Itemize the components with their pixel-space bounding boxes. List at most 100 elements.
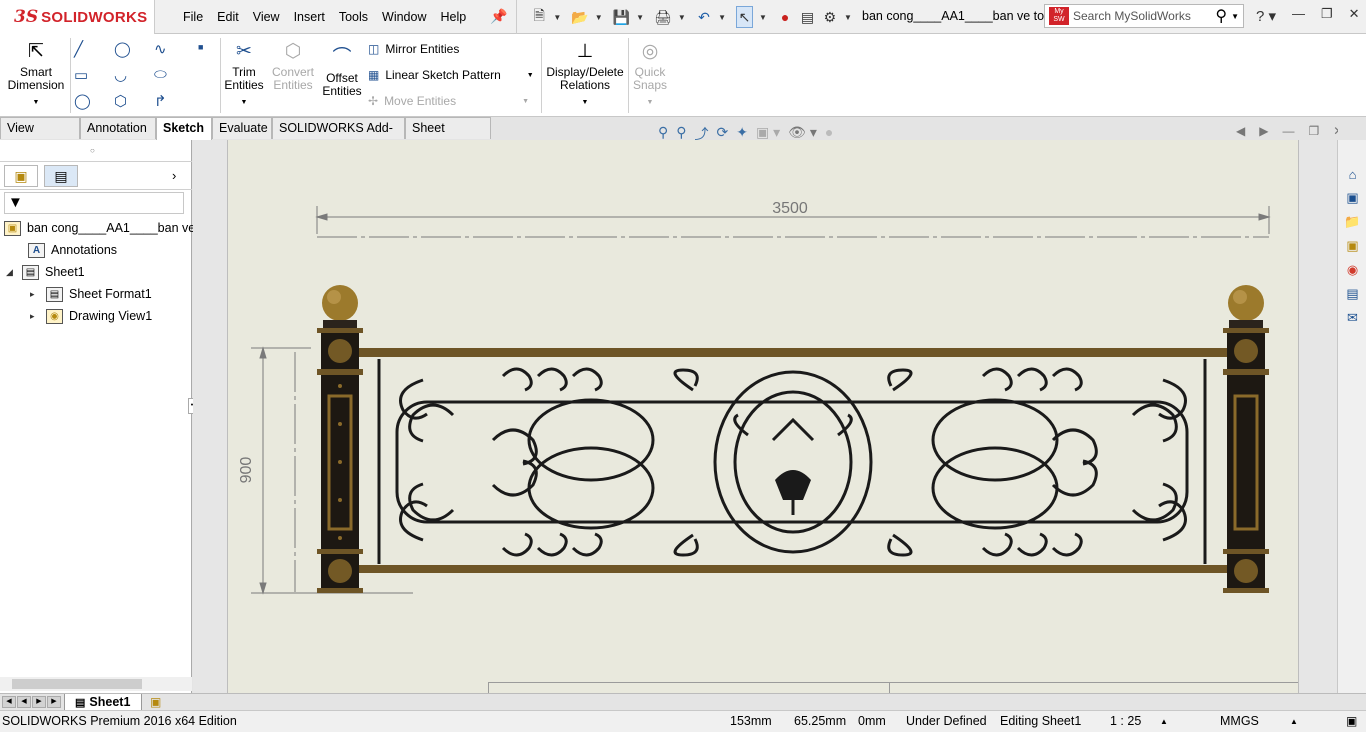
custom-properties-icon[interactable]: ▤ <box>1342 284 1363 304</box>
mirror-entities-button[interactable]: ◫ Mirror Entities <box>368 42 459 56</box>
rectangle-icon[interactable]: ▭ <box>74 66 88 84</box>
save-icon[interactable]: 💾 <box>613 6 630 28</box>
railing-drawing[interactable]: 3500 900 <box>193 140 1337 693</box>
tree-item-drawing-view1[interactable]: ▸ ◉ Drawing View1 <box>30 306 152 326</box>
collapse-arrow-icon[interactable]: ◢ <box>6 267 16 278</box>
tree-root-document[interactable]: ▣ ban cong____AA1____ban ve ton <box>4 218 216 238</box>
expand-arrow-icon[interactable]: ▸ <box>30 311 40 322</box>
display-style-icon[interactable]: ▣ ▾ <box>756 124 780 144</box>
restore-icon[interactable]: ❐ <box>1321 6 1333 22</box>
offset-entities-button[interactable]: ⌒ Offset Entities <box>320 46 364 98</box>
right-post[interactable] <box>1223 285 1269 593</box>
print-icon[interactable]: 🖨 <box>654 6 672 28</box>
close-icon[interactable]: ✕ <box>1349 6 1360 22</box>
wrought-iron-panel[interactable] <box>377 359 1207 564</box>
tab-annotation[interactable]: Annotation <box>80 117 156 139</box>
menu-edit[interactable]: Edit <box>210 10 246 24</box>
polygon-icon[interactable]: ⬡ <box>114 92 127 110</box>
file-properties-icon[interactable]: ▤ <box>799 6 815 28</box>
move-entities-button[interactable]: ✢ Move Entities ▼ <box>368 94 529 108</box>
scrollbar-thumb[interactable] <box>12 679 142 689</box>
menu-file[interactable]: File <box>176 10 210 24</box>
chevron-down-icon[interactable]: ▼ <box>759 13 767 22</box>
chevron-right-icon[interactable]: › <box>172 168 176 183</box>
status-help-icon[interactable]: ▣ <box>1346 714 1357 728</box>
panel-horizontal-scrollbar[interactable] <box>0 677 192 691</box>
minimize-icon[interactable]: — <box>1292 6 1305 22</box>
rotate-view-icon[interactable]: ⟳ <box>717 124 729 144</box>
open-folder-icon[interactable]: 📂 <box>571 6 588 28</box>
fillet-icon[interactable]: ↱ <box>154 92 167 110</box>
rebuild-traffic-light-icon[interactable]: ● <box>777 6 793 28</box>
file-explorer-icon[interactable]: 📁 <box>1342 212 1363 232</box>
convert-entities-button[interactable]: ⬡ Convert Entities <box>270 40 316 92</box>
point-icon[interactable]: ■ <box>198 42 203 52</box>
search-icon[interactable]: ⚲ <box>1215 6 1227 26</box>
prev-sheet-icon[interactable]: ◀ <box>17 696 31 708</box>
menu-tools[interactable]: Tools <box>332 10 375 24</box>
chevron-down-icon[interactable]: ▼ <box>1231 12 1239 21</box>
select-pointer-icon[interactable]: ↖ <box>736 6 753 28</box>
tree-item-sheet1[interactable]: ◢ ▤ Sheet1 <box>6 262 85 282</box>
chevron-down-icon[interactable]: ▼ <box>678 13 686 22</box>
chevron-down-icon[interactable]: ▼ <box>844 13 852 22</box>
line-icon[interactable]: ╱ <box>74 40 83 58</box>
scale-dropdown-icon[interactable]: ▲ <box>1160 717 1168 726</box>
ellipse-icon[interactable]: ⬭ <box>154 66 167 83</box>
arc-icon[interactable]: ◡ <box>114 66 127 84</box>
search-input[interactable]: Search MySolidWorks <box>1073 9 1215 23</box>
add-sheet-icon[interactable]: ▣ <box>150 695 161 709</box>
pin-menu-icon[interactable]: 📌 <box>490 8 507 25</box>
solidworks-logo[interactable]: 3S SOLIDWORKS <box>0 0 155 34</box>
display-delete-relations-button[interactable]: ⊥ Display/Delete Relations ▼ <box>545 40 625 109</box>
first-sheet-icon[interactable]: ◀ <box>2 696 16 708</box>
bottom-rail[interactable] <box>359 565 1227 573</box>
feature-manager-tab-icon[interactable]: ▣ <box>4 165 38 187</box>
help-icon[interactable]: ? ▾ <box>1256 7 1276 25</box>
viewport-right-icon[interactable]: ▶ <box>1259 124 1268 138</box>
graphics-area[interactable]: 3500 900 <box>193 140 1337 694</box>
tree-filter-input[interactable]: ▼ <box>4 192 184 214</box>
quick-snaps-button[interactable]: ◎ Quick Snaps ▼ <box>630 40 670 109</box>
center-flower-ornament[interactable] <box>775 470 811 500</box>
previous-view-icon[interactable]: ⤴ <box>695 124 709 144</box>
appearances-icon[interactable]: ◉ <box>1342 260 1363 280</box>
last-sheet-icon[interactable]: ▶ <box>47 696 61 708</box>
view-palette-icon[interactable]: ▣ <box>1342 236 1363 256</box>
expand-arrow-icon[interactable]: ▸ <box>30 289 40 300</box>
tab-evaluate[interactable]: Evaluate <box>212 117 272 139</box>
chevron-down-icon[interactable]: ▼ <box>222 96 266 109</box>
chevron-down-icon[interactable]: ▼ <box>636 13 644 22</box>
units-dropdown-icon[interactable]: ▲ <box>1290 717 1298 726</box>
chevron-down-icon[interactable]: ▼ <box>545 96 625 109</box>
viewport-restore-icon[interactable]: ❐ <box>1308 124 1319 138</box>
menu-window[interactable]: Window <box>375 10 433 24</box>
chevron-down-icon[interactable]: ▼ <box>553 13 561 22</box>
chevron-down-icon[interactable]: ▼ <box>630 96 670 109</box>
new-document-icon[interactable]: 🗎 <box>531 6 547 28</box>
chevron-down-icon[interactable]: ▼ <box>522 98 529 105</box>
search-box[interactable]: My SW Search MySolidWorks ⚲ ▼ <box>1044 4 1244 28</box>
panel-splitter[interactable]: ○ <box>0 140 192 162</box>
status-scale[interactable]: 1 : 25 <box>1110 714 1141 728</box>
options-gear-icon[interactable]: ⚙ <box>822 6 838 28</box>
tab-sheet-format[interactable]: Sheet Format <box>405 117 491 156</box>
tree-item-annotations[interactable]: A Annotations <box>28 240 117 260</box>
circle-icon[interactable]: ◯ <box>114 40 131 58</box>
menu-help[interactable]: Help <box>434 10 474 24</box>
spline-icon[interactable]: ∿ <box>154 40 167 58</box>
next-sheet-icon[interactable]: ▶ <box>32 696 46 708</box>
menu-view[interactable]: View <box>246 10 287 24</box>
sheet-tab-sheet1[interactable]: ▤ Sheet1 <box>64 694 142 711</box>
zoom-to-fit-icon[interactable]: ⚲ <box>658 124 668 144</box>
chevron-down-icon[interactable]: ▼ <box>527 72 534 79</box>
home-icon[interactable]: ⌂ <box>1342 164 1363 184</box>
pan-view-icon[interactable]: ✦ <box>736 124 748 144</box>
chevron-down-icon[interactable]: ▼ <box>718 13 726 22</box>
menu-insert[interactable]: Insert <box>287 10 332 24</box>
zoom-to-area-icon[interactable]: ⚲ <box>676 124 686 144</box>
left-post[interactable] <box>317 285 363 593</box>
design-library-icon[interactable]: ▣ <box>1342 188 1363 208</box>
hide-show-items-icon[interactable]: 👁 ▾ <box>788 124 817 144</box>
undo-icon[interactable]: ↶ <box>696 6 712 28</box>
